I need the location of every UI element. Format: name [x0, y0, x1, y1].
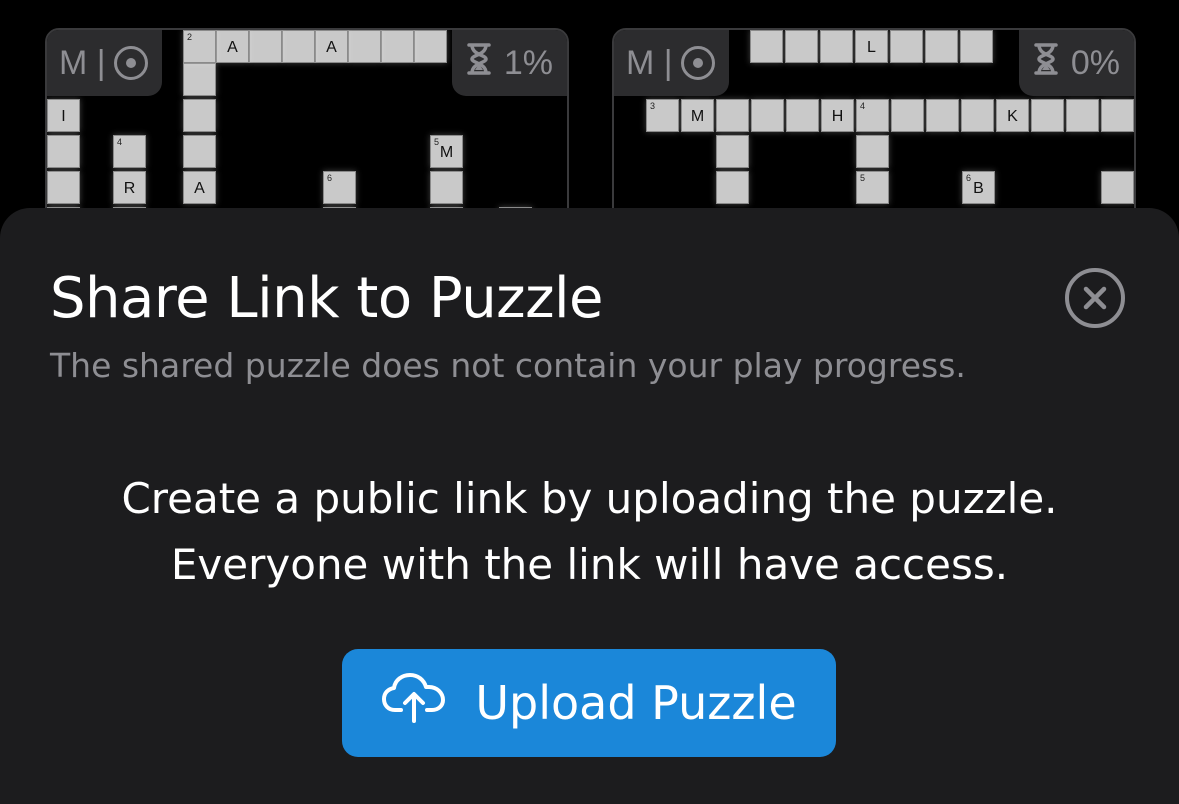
crossword-cell: [891, 99, 924, 132]
cell-letter: I: [61, 108, 66, 125]
hourglass-icon: [466, 42, 492, 85]
crossword-cell: K: [996, 99, 1029, 132]
cloud-upload-icon: [381, 672, 447, 735]
crossword-cell: [960, 30, 993, 63]
crossword-cell: M: [681, 99, 714, 132]
clue-number: 3: [650, 101, 656, 111]
clue-number: 2: [187, 32, 193, 42]
xmark-circle-icon: [1083, 286, 1107, 310]
crossword-cell: [47, 135, 80, 168]
share-sheet: Share Link to Puzzle The shared puzzle d…: [0, 208, 1179, 804]
close-button[interactable]: [1065, 268, 1125, 328]
clue-number: 5: [434, 137, 440, 147]
progress-badge: 1%: [451, 30, 567, 96]
cell-letter: A: [227, 39, 238, 56]
cell-letter: L: [867, 39, 876, 56]
cell-letter: B: [973, 180, 984, 197]
crossword-cell: 6: [323, 171, 356, 204]
crossword-cell: 6B: [962, 171, 995, 204]
cell-letter: H: [831, 108, 844, 125]
crossword-cell: [1101, 99, 1134, 132]
crossword-cell: [1066, 99, 1099, 132]
crossword-cell: 5M: [430, 135, 463, 168]
crossword-cell: H: [821, 99, 854, 132]
cell-letter: M: [690, 108, 705, 125]
crossword-cell: 3: [646, 99, 679, 132]
crossword-cell: [961, 99, 994, 132]
crossword-cell: [856, 135, 889, 168]
description-line: Create a public link by uploading the pu…: [121, 474, 1058, 523]
mode-label: M |: [59, 43, 106, 82]
crossword-cell: A: [183, 171, 216, 204]
upload-button-label: Upload Puzzle: [475, 676, 797, 730]
crossword-cell: [1031, 99, 1064, 132]
crossword-cell: [183, 99, 216, 132]
target-icon: [113, 46, 148, 80]
crossword-cell: 4: [856, 99, 889, 132]
crossword-cell: [430, 171, 463, 204]
clue-number: 4: [117, 137, 123, 147]
crossword-cell: [348, 30, 381, 63]
crossword-cell: [183, 63, 216, 96]
crossword-cell: A: [315, 30, 348, 63]
upload-puzzle-button[interactable]: Upload Puzzle: [342, 649, 836, 757]
clue-number: 4: [860, 101, 866, 111]
crossword-cell: [716, 171, 749, 204]
crossword-cell: [282, 30, 315, 63]
clue-number: 5: [860, 173, 866, 183]
target-icon: [680, 46, 715, 80]
mode-badge: M |: [47, 30, 162, 96]
sheet-title: Share Link to Puzzle: [50, 266, 603, 331]
crossword-cell: A: [216, 30, 249, 63]
crossword-cell: [47, 171, 80, 204]
crossword-cell: [820, 30, 853, 63]
crossword-cell: [414, 30, 447, 63]
cell-letter: K: [1007, 108, 1018, 125]
sheet-description: Create a public link by uploading the pu…: [0, 466, 1179, 598]
cell-letter: R: [123, 180, 136, 197]
crossword-cell: 5: [856, 171, 889, 204]
crossword-cell: [786, 99, 819, 132]
progress-label: 0%: [1070, 43, 1120, 82]
cell-letter: M: [439, 144, 454, 161]
crossword-cell: [890, 30, 923, 63]
clue-number: 6: [327, 173, 333, 183]
screen: 6AR5M4IAA2 M | 1% 6B5K4HM3L M | 0% Share…: [0, 0, 1179, 804]
crossword-cell: 4: [113, 135, 146, 168]
mode-label: M |: [626, 43, 673, 82]
crossword-cell: [249, 30, 282, 63]
crossword-cell: [716, 99, 749, 132]
sheet-subtitle: The shared puzzle does not contain your …: [50, 346, 966, 385]
progress-badge: 0%: [1018, 30, 1134, 96]
crossword-cell: R: [113, 171, 146, 204]
crossword-cell: [716, 135, 749, 168]
crossword-cell: I: [47, 99, 80, 132]
crossword-cell: [925, 30, 958, 63]
crossword-cell: 2: [183, 30, 216, 63]
crossword-cell: [785, 30, 818, 63]
crossword-cell: [750, 30, 783, 63]
description-line: Everyone with the link will have access.: [170, 540, 1009, 589]
crossword-cell: [926, 99, 959, 132]
crossword-cell: [1101, 171, 1134, 204]
hourglass-icon: [1033, 42, 1059, 85]
cell-letter: A: [326, 39, 337, 56]
mode-badge: M |: [614, 30, 729, 96]
crossword-cell: [183, 135, 216, 168]
clue-number: 6: [966, 173, 972, 183]
crossword-cell: [381, 30, 414, 63]
cell-letter: A: [194, 180, 205, 197]
progress-label: 1%: [503, 43, 553, 82]
crossword-cell: L: [855, 30, 888, 63]
crossword-cell: [751, 99, 784, 132]
